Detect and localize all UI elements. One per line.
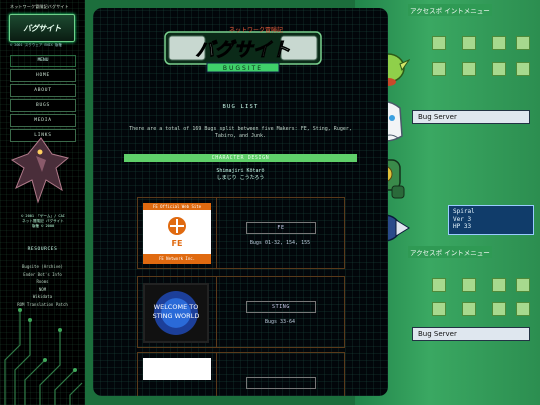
resources-title: RESOURCES — [27, 247, 58, 252]
maker-name-next[interactable] — [246, 377, 316, 389]
site-logo[interactable]: バグサイト — [9, 14, 75, 42]
bug-server-label-2: Bug Server — [412, 327, 530, 341]
maker-row-next — [137, 352, 345, 396]
maker-thumb-cell — [138, 353, 217, 396]
bugsite-logo[interactable]: ネットワーク冒険記 バグサイト BUGSITE — [163, 26, 323, 74]
bug-status-box: Spiral Ver 3 HP 33 — [448, 205, 534, 235]
maker-name-fe[interactable]: FE — [246, 222, 316, 234]
fe-logo-label: FE — [172, 239, 183, 248]
page-title: BUG LIST — [222, 104, 259, 110]
logo-sub-text: BUGSITE — [223, 65, 263, 72]
access-point-menu-title-2: アクセスポ イントメニュー — [408, 246, 492, 258]
copyright-line-3: 版権 © 2000 — [31, 224, 55, 228]
left-sidebar: ネットワーク冒険記バグサイト バグサイト © 2001 スクウェア ENIX 版… — [0, 0, 85, 405]
menu-label: MENU — [10, 55, 76, 67]
fe-thumb-title: FE Official Web Site — [143, 203, 211, 210]
bug-server-label: Bug Server — [412, 110, 530, 124]
intro-text: There are a total of 169 Bugs split betw… — [129, 126, 352, 139]
nav-item-home[interactable]: HOME — [10, 69, 76, 82]
resource-link-rooms[interactable]: Rooms — [0, 278, 85, 286]
maker-name-sting[interactable]: STING — [246, 301, 316, 313]
nav-item-bugs[interactable]: BUGS — [10, 99, 76, 112]
maker-info-cell: STING Bugs 33-64 — [216, 277, 344, 347]
status-hp: HP 33 — [453, 223, 472, 230]
maker-bug-range-sting: Bugs 33-64 — [264, 319, 296, 325]
site-logo-text: バグサイト — [23, 23, 61, 33]
access-point-menu-title: アクセスポ イントメニュー — [408, 4, 492, 16]
designer-kana: しまじり こうたろう — [216, 175, 265, 181]
circuit-pattern-icon — [4, 308, 83, 405]
maker-row-fe: FE Official Web Site FE FE Network Inc. … — [137, 197, 345, 269]
status-name: Spiral — [453, 208, 475, 215]
designer-romaji: Shimajiri Kōtarō — [216, 168, 265, 174]
status-version: Ver 3 — [453, 215, 472, 223]
logo-main-text: バグサイト — [195, 39, 290, 61]
fe-site-thumbnail[interactable]: FE Official Web Site FE FE Network Inc. — [143, 203, 211, 264]
main-content-panel: ネットワーク冒険記 バグサイト BUGSITE BUG LIST There a… — [93, 8, 388, 396]
designer-credit: Shimajiri Kōtarō しまじり こうたろう — [93, 168, 388, 182]
fe-thumb-footer: FE Network Inc. — [143, 254, 211, 264]
site-top-title: ネットワーク冒険記バグサイト — [10, 4, 69, 9]
maker-bug-range-fe: Bugs 01-32, 154, 155 — [249, 240, 311, 246]
maker-thumb-cell: FE Official Web Site FE FE Network Inc. — [138, 198, 217, 268]
maker-info-cell — [216, 353, 344, 396]
logo-top-text: ネットワーク冒険記 — [229, 26, 283, 34]
maker-row-sting: WELCOME TO STING WORLD STING Bugs 33-64 — [137, 276, 345, 348]
fe-logo-icon: FE — [168, 217, 186, 248]
maker-info-cell: FE Bugs 01-32, 154, 155 — [216, 198, 344, 268]
resource-link-nom[interactable]: NOM — [0, 286, 85, 294]
sting-site-thumbnail[interactable]: WELCOME TO STING WORLD — [143, 283, 209, 343]
sidebar-copyright: © 2001 「ゲーム」/ CAI ネット冒険記 バグサイト 版権 © 2000 — [3, 214, 83, 229]
character-design-header: CHARACTER DESIGN — [124, 154, 357, 162]
nav-item-about[interactable]: ABOUT — [10, 84, 76, 97]
maker-thumb-cell: WELCOME TO STING WORLD — [138, 277, 217, 347]
resource-link-archive[interactable]: Bugsite (Archive) — [0, 263, 85, 271]
bug-creature-icon — [10, 137, 70, 204]
maker-thumbnail-partial[interactable] — [143, 358, 211, 380]
sting-thumb-text: WELCOME TO STING WORLD — [152, 303, 200, 320]
resource-link-info[interactable]: Ender Bot's Info — [0, 271, 85, 279]
nav-item-media[interactable]: MEDIA — [10, 114, 76, 127]
site-logo-subtext: © 2001 スクウェア ENIX 版権 — [10, 43, 62, 47]
